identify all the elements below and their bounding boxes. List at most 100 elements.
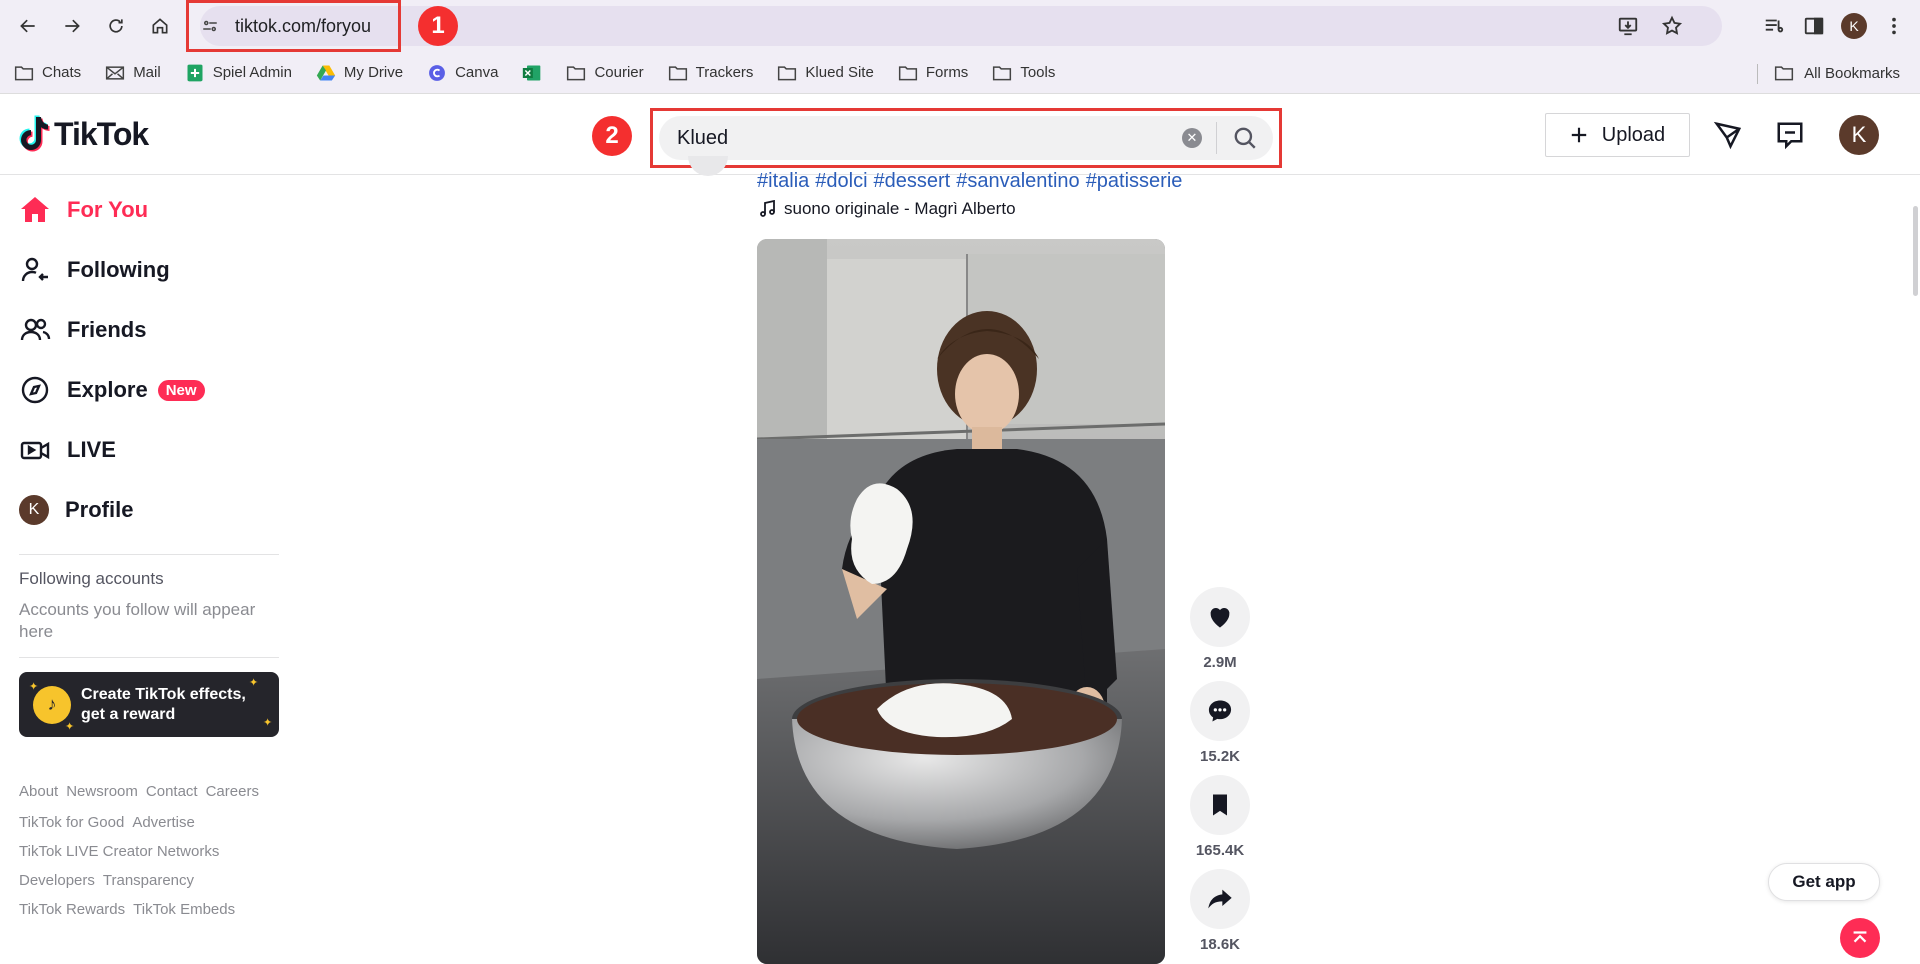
sidebar-item-live[interactable]: LIVE (19, 420, 290, 480)
excel-icon (523, 65, 541, 80)
url-text: tiktok.com/foryou (235, 15, 372, 36)
bookmark-tools[interactable]: Tools (992, 64, 1055, 82)
sidebar-item-profile[interactable]: K Profile (19, 480, 290, 540)
like-count: 2.9M (1203, 654, 1237, 671)
footer-link[interactable]: TikTok Embeds (133, 901, 235, 918)
footer-link[interactable]: Transparency (103, 872, 194, 889)
hashtag-link[interactable]: #dolci (815, 170, 867, 192)
annotation-marker-2: 2 (592, 116, 632, 156)
share-count: 18.6K (1199, 936, 1241, 953)
footer-link[interactable]: Contact (146, 783, 198, 800)
google-sheets-icon (187, 64, 203, 81)
bookmark-star-button[interactable] (1652, 6, 1692, 46)
folder-icon (898, 65, 917, 80)
post-actions: 2.9M 15.2K 165.4K 18.6K (1190, 587, 1250, 963)
bookmark-trackers[interactable]: Trackers (668, 64, 753, 82)
sidebar-item-following[interactable]: Following (19, 240, 290, 300)
hashtag-link[interactable]: #sanvalentino (956, 170, 1079, 192)
folder-icon (567, 65, 586, 80)
side-panel-button[interactable] (1794, 6, 1834, 46)
sidebar-item-explore[interactable]: Explore New (19, 360, 290, 420)
arrow-up-icon (1853, 931, 1867, 943)
bookmarks-bar: Chats Mail Spiel Admin My Drive Canva Co… (0, 52, 1920, 94)
search-bar: Klued ✕ (659, 116, 1273, 160)
reload-button[interactable] (98, 8, 134, 44)
messages-button[interactable] (1710, 117, 1746, 153)
folder-icon (668, 65, 687, 80)
footer-link[interactable]: Developers (19, 872, 95, 889)
save-button[interactable] (1190, 775, 1250, 835)
tiktok-note-icon (19, 115, 50, 152)
footer-link[interactable]: Careers (206, 783, 259, 800)
footer-link[interactable]: Advertise (132, 814, 195, 831)
page-scrollbar[interactable] (1908, 176, 1920, 964)
following-accounts-empty: Accounts you follow will appear here (19, 600, 256, 641)
inbox-button[interactable] (1772, 117, 1808, 153)
compass-icon (21, 376, 49, 404)
get-app-button[interactable]: Get app (1768, 863, 1880, 901)
music-note-icon (760, 200, 775, 217)
clear-search-icon[interactable]: ✕ (1182, 128, 1202, 148)
bookmark-spiel-admin[interactable]: Spiel Admin (185, 64, 292, 82)
sparkle-icon: ✦ (263, 717, 273, 729)
friends-icon (20, 318, 51, 341)
browser-menu-button[interactable] (1874, 6, 1914, 46)
search-input[interactable]: Klued (659, 127, 1182, 150)
footer-link[interactable]: TikTok LIVE Creator Networks (19, 843, 219, 860)
media-controls-button[interactable] (1754, 6, 1794, 46)
bookmark-chats[interactable]: Chats (14, 64, 81, 82)
sidebar-item-friends[interactable]: Friends (19, 300, 290, 360)
forward-button[interactable] (54, 8, 90, 44)
bookmark-excel[interactable] (522, 64, 542, 82)
footer-link[interactable]: About (19, 783, 58, 800)
all-bookmarks-button[interactable]: All Bookmarks (1774, 52, 1900, 94)
home-button[interactable] (142, 8, 178, 44)
plus-icon (1571, 127, 1586, 143)
video-frame (757, 239, 1165, 964)
arrow-left-icon (20, 19, 35, 33)
site-settings-icon[interactable] (201, 17, 219, 35)
search-button[interactable] (1217, 114, 1273, 162)
hashtag-link[interactable]: #dessert (874, 170, 951, 192)
share-button[interactable] (1190, 869, 1250, 929)
bookmark-my-drive[interactable]: My Drive (316, 64, 403, 82)
install-icon (1618, 17, 1638, 36)
sidebar-item-for-you[interactable]: For You (19, 180, 290, 240)
comment-button[interactable] (1190, 681, 1250, 741)
hashtag-link[interactable]: #italia (757, 170, 809, 192)
back-button[interactable] (10, 8, 46, 44)
tiktok-logo[interactable]: TikTok (18, 115, 149, 153)
create-effects-banner[interactable]: ✦ ✦ ✦ ✦ ♪ Create TikTok effects, get a r… (19, 672, 279, 737)
comment-count: 15.2K (1199, 748, 1241, 765)
bookmark-courier[interactable]: Courier (566, 64, 644, 82)
star-icon (1661, 15, 1683, 35)
profile-button[interactable]: K (1834, 6, 1874, 46)
comment-action: 15.2K (1190, 681, 1250, 765)
scroll-to-top-button[interactable] (1840, 918, 1880, 958)
queue-music-icon (1765, 19, 1784, 33)
install-app-button[interactable] (1608, 6, 1648, 46)
bookmark-canva[interactable]: Canva (427, 64, 498, 82)
post-hashtags: #italia #dolci #dessert #sanvalentino #patis… (757, 170, 1188, 193)
scrollbar-thumb[interactable] (1913, 206, 1918, 296)
post-music[interactable]: suono originale - Magrì Alberto (760, 199, 1016, 219)
profile-avatar-button[interactable]: K (1839, 115, 1879, 155)
hashtag-link[interactable]: #patisserie (1086, 170, 1183, 192)
like-button[interactable] (1190, 587, 1250, 647)
footer-link[interactable]: TikTok Rewards (19, 901, 125, 918)
bookmarks-divider (1757, 64, 1758, 84)
bookmark-klued-site[interactable]: Klued Site (777, 64, 874, 82)
footer-link[interactable]: Newsroom (66, 783, 138, 800)
tiktok-coin-icon: ♪ (33, 685, 71, 724)
bookmark-mail[interactable]: Mail (105, 64, 161, 82)
address-bar[interactable]: tiktok.com/foryou (186, 0, 401, 52)
search-icon (1234, 127, 1256, 149)
share-action: 18.6K (1190, 869, 1250, 953)
bookmark-forms[interactable]: Forms (898, 64, 968, 82)
send-icon (1713, 121, 1742, 150)
upload-button[interactable]: Upload (1545, 113, 1690, 157)
footer-link[interactable]: TikTok for Good (19, 814, 124, 831)
comment-icon (1208, 700, 1232, 722)
home-icon (21, 197, 49, 222)
video-player[interactable] (757, 239, 1165, 964)
